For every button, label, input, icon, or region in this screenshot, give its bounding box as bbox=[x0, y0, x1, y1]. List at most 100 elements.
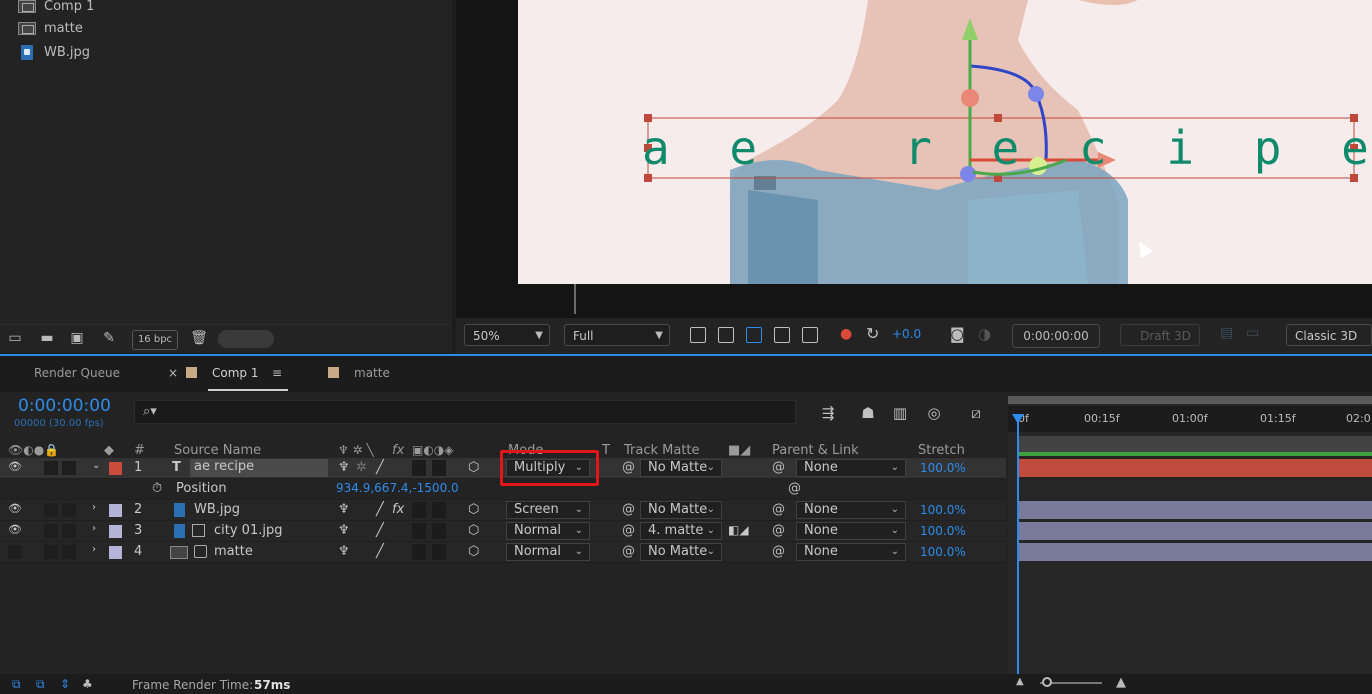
pick-whip-icon[interactable]: @ bbox=[622, 544, 635, 559]
effects-icon[interactable]: fx bbox=[392, 502, 404, 517]
stretch-value[interactable]: 100.0% bbox=[920, 461, 966, 475]
track-matte-dropdown[interactable]: No Matte ⌄ bbox=[640, 501, 722, 519]
lock-switch[interactable] bbox=[44, 545, 58, 559]
composition-flowchart-icon[interactable]: ⇶ bbox=[818, 404, 838, 422]
layer-duration-bar-3[interactable] bbox=[1018, 522, 1372, 540]
time-ruler[interactable]: 0f 00:15f 01:00f 01:15f 02:0 bbox=[1008, 406, 1372, 432]
graph-editor-icon[interactable]: ⧄ bbox=[966, 404, 986, 422]
quality-icon[interactable]: ╱ bbox=[376, 502, 384, 517]
pick-whip-icon[interactable]: @ bbox=[622, 502, 635, 517]
blend-mode-dropdown[interactable]: Normal ⌄ bbox=[506, 522, 590, 540]
fast-preview-icon[interactable] bbox=[690, 327, 706, 343]
lock-switch[interactable] bbox=[44, 461, 58, 475]
current-time-display[interactable]: 0:00:00:00 bbox=[18, 396, 111, 416]
eye-icon[interactable]: 👁 bbox=[8, 523, 22, 536]
shy-icon[interactable]: ♆ bbox=[338, 502, 350, 517]
parent-dropdown[interactable]: None ⌄ bbox=[796, 522, 906, 540]
zoom-slider-handle[interactable] bbox=[1042, 677, 1052, 687]
chevron-right-icon[interactable]: › bbox=[92, 523, 96, 534]
track-matte-dropdown[interactable]: 4. matte ⌄ bbox=[640, 522, 722, 540]
lock-switch[interactable] bbox=[44, 524, 58, 538]
shy-switch[interactable] bbox=[62, 461, 76, 475]
composition-frame[interactable]: a e r e c i p e bbox=[518, 0, 1372, 284]
switch-box[interactable] bbox=[432, 460, 446, 476]
switch-box[interactable] bbox=[432, 523, 446, 539]
zoom-out-icon[interactable]: ▲ bbox=[1016, 676, 1024, 687]
panel-menu-icon[interactable]: ≡ bbox=[272, 366, 282, 380]
pick-whip-icon[interactable]: @ bbox=[622, 523, 635, 538]
bit-depth-button[interactable]: 16 bpc bbox=[132, 330, 178, 350]
stretch-value[interactable]: 100.0% bbox=[920, 524, 966, 538]
chevron-down-icon[interactable]: ⌄ bbox=[92, 460, 100, 471]
frame-blending-icon[interactable]: ▥ bbox=[890, 404, 910, 422]
shy-icon[interactable]: ♆ bbox=[338, 544, 350, 559]
parent-dropdown[interactable]: None ⌄ bbox=[796, 543, 906, 561]
time-graph[interactable]: 0f 00:15f 01:00f 01:15f 02:0 bbox=[1008, 396, 1372, 674]
chevron-right-icon[interactable]: › bbox=[92, 544, 96, 555]
render-icon[interactable]: ✎ bbox=[100, 331, 118, 345]
new-folder-icon[interactable]: ▬ bbox=[38, 331, 56, 345]
trash-icon[interactable]: 🗑 bbox=[190, 331, 208, 345]
3d-layer-icon[interactable]: ⬡ bbox=[468, 523, 479, 538]
switch-box[interactable] bbox=[432, 502, 446, 518]
switch-box[interactable] bbox=[412, 523, 426, 539]
zoom-dropdown[interactable]: 50% ▼ bbox=[464, 324, 550, 346]
layer-row-2[interactable]: 👁 › 2 WB.jpg ♆ ╱ fx ⬡ Screen ⌄ @ No Matte… bbox=[0, 500, 1006, 521]
matte-alpha-icon[interactable]: ◧◢ bbox=[728, 523, 749, 537]
mask-path-visibility-icon[interactable] bbox=[746, 327, 762, 343]
viewer-time-readout[interactable]: 0:00:00:00 bbox=[1012, 324, 1100, 348]
motion-blur-icon[interactable]: ◎ bbox=[924, 404, 944, 422]
layer-row-3[interactable]: 👁 › 3 city 01.jpg ♆ ╱ ⬡ Normal ⌄ @ 4. mat… bbox=[0, 521, 1006, 542]
playhead-handle-icon[interactable] bbox=[1012, 414, 1024, 424]
new-composition-icon[interactable]: ▣ bbox=[68, 331, 86, 345]
label-color-swatch[interactable] bbox=[109, 525, 122, 538]
toggle-switches-icon[interactable]: ⧉ bbox=[12, 677, 21, 692]
parent-pick-whip-icon[interactable]: @ bbox=[772, 502, 785, 517]
position-value[interactable]: 934.9,667.4,-1500.0 bbox=[336, 481, 459, 495]
property-pick-whip-icon[interactable]: @ bbox=[788, 481, 801, 496]
3d-layer-icon[interactable]: ⬡ bbox=[468, 544, 479, 559]
collapse-icon[interactable]: ✲ bbox=[356, 460, 367, 475]
label-color-swatch[interactable] bbox=[109, 546, 122, 559]
blend-mode-dropdown[interactable]: Normal ⌄ bbox=[506, 543, 590, 561]
blend-mode-dropdown[interactable]: Screen ⌄ bbox=[506, 501, 590, 519]
stretch-value[interactable]: 100.0% bbox=[920, 503, 966, 517]
shy-switch[interactable] bbox=[62, 503, 76, 517]
lock-switch[interactable] bbox=[44, 503, 58, 517]
shy-layers-icon[interactable]: ☗ bbox=[858, 404, 878, 422]
parent-pick-whip-icon[interactable]: @ bbox=[772, 460, 785, 475]
layer-duration-bar-2[interactable] bbox=[1018, 501, 1372, 519]
tab-render-queue[interactable]: Render Queue bbox=[34, 366, 120, 380]
zoom-in-icon[interactable]: ▲ bbox=[1116, 675, 1126, 690]
parent-pick-whip-icon[interactable]: @ bbox=[772, 523, 785, 538]
transparency-grid-icon[interactable] bbox=[718, 327, 734, 343]
close-icon[interactable]: × bbox=[168, 366, 178, 380]
label-color-swatch[interactable] bbox=[109, 504, 122, 517]
source-name-header[interactable]: Source Name bbox=[174, 443, 261, 458]
eye-icon[interactable]: 👁 bbox=[8, 502, 22, 515]
stretch-value[interactable]: 100.0% bbox=[920, 545, 966, 559]
view-layout-icon[interactable]: ▤ bbox=[1220, 325, 1233, 341]
switch-box[interactable] bbox=[432, 544, 446, 560]
render-time-icon[interactable]: ♣ bbox=[82, 677, 93, 691]
reset-exposure-icon[interactable]: ↻ bbox=[866, 324, 879, 343]
project-item-wb[interactable]: WB.jpg bbox=[18, 42, 430, 62]
visibility-switch[interactable] bbox=[8, 545, 22, 559]
switch-box[interactable] bbox=[412, 544, 426, 560]
project-item-matte[interactable]: matte bbox=[18, 18, 430, 38]
pick-whip-icon[interactable]: @ bbox=[622, 460, 635, 475]
toggle-in-out-icon[interactable]: ⇕ bbox=[60, 677, 70, 691]
quality-icon[interactable]: ╱ bbox=[376, 544, 384, 559]
tab-matte[interactable]: matte bbox=[354, 366, 390, 380]
switch-box[interactable] bbox=[412, 460, 426, 476]
shy-switch[interactable] bbox=[62, 545, 76, 559]
3d-view-icon[interactable]: ▭ bbox=[1246, 325, 1259, 341]
parent-dropdown[interactable]: None ⌄ bbox=[796, 501, 906, 519]
shy-icon[interactable]: ♆ bbox=[338, 460, 350, 475]
label-color-swatch[interactable] bbox=[109, 462, 122, 475]
3d-layer-icon[interactable]: ⬡ bbox=[468, 502, 479, 517]
chevron-right-icon[interactable]: › bbox=[92, 502, 96, 513]
interpret-footage-icon[interactable]: ▭ bbox=[6, 331, 24, 345]
timeline-search-input[interactable]: ⌕▾ bbox=[134, 400, 796, 424]
quality-icon[interactable]: ╱ bbox=[376, 460, 384, 475]
